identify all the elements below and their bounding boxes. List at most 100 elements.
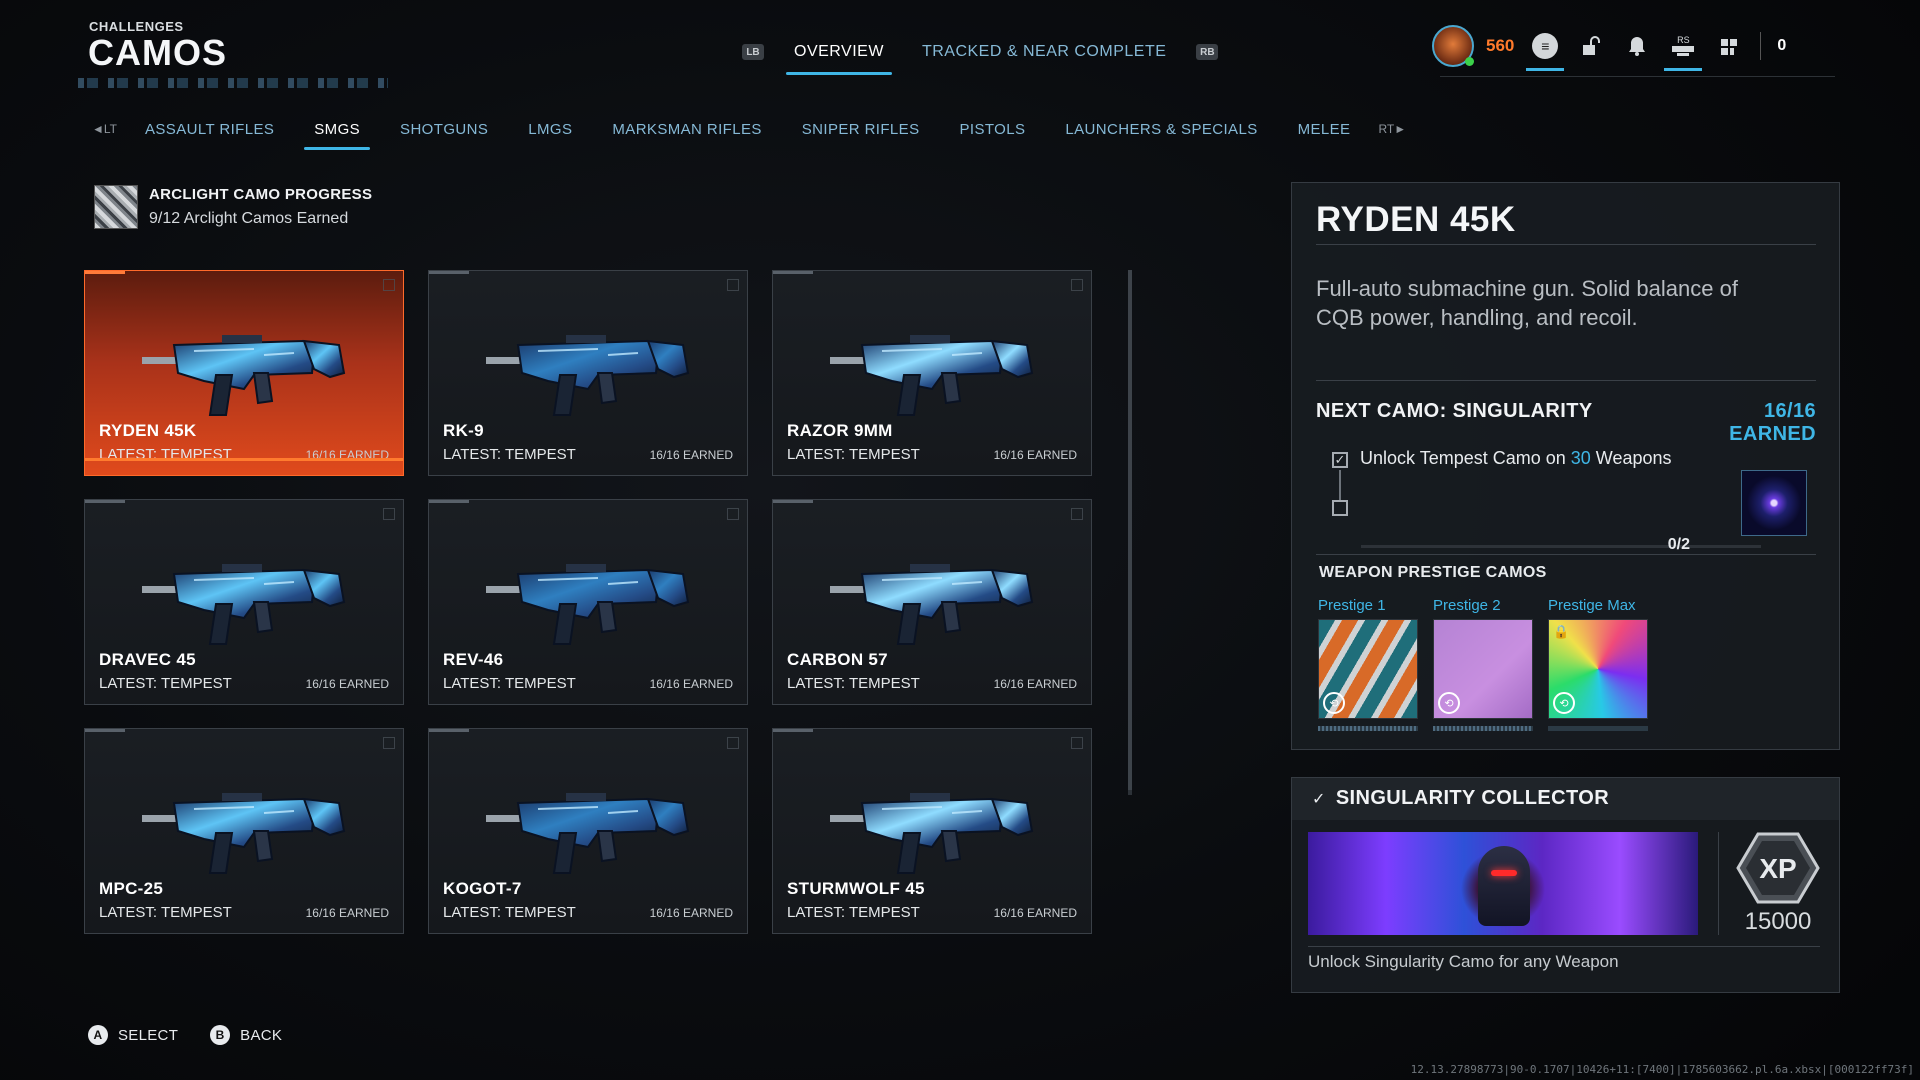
party-icon[interactable] [1714,31,1744,61]
task-connector [1339,470,1341,500]
prestige-1-camo-tile[interactable]: ⟲ [1318,619,1418,719]
xp-badge-label: XP [1759,853,1796,884]
rb-bumper-icon[interactable]: RB [1196,44,1219,60]
collector-description: Unlock Singularity Camo for any Weapon [1308,952,1619,971]
next-camo-earned: 16/16 EARNED [1729,400,1816,445]
weapon-image [830,335,1034,416]
weapon-latest-camo: LATEST: TEMPEST [99,904,232,921]
player-hud: 560 ≡ RS 0 [1432,25,1786,71]
weapon-name: RK-9 [443,421,484,440]
lock-icon: 🔒 [1553,624,1570,639]
menu-icon[interactable]: ≡ [1526,31,1565,71]
tab-marksman-rifles[interactable]: MARKSMAN RIFLES [592,117,781,142]
select-button[interactable]: A SELECT [88,1025,178,1045]
next-camo-label: NEXT CAMO: SINGULARITY [1316,400,1593,422]
weapon-name: REV-46 [443,650,504,669]
operator-figure [1478,846,1530,926]
card-corner-icon [383,508,395,520]
weapon-camos-earned: 16/16 EARNED [649,906,733,920]
xp-badge-icon: XP [1736,832,1820,904]
tab-pistols[interactable]: PISTOLS [939,117,1045,142]
weapon-camos-earned: 16/16 EARNED [305,906,389,920]
card-corner-icon [727,279,739,291]
arclight-camo-thumbnail [94,185,138,229]
weapon-card[interactable]: REV-46 LATEST: TEMPEST 16/16 EARNED [428,499,748,705]
weapon-camos-earned: 16/16 EARNED [993,677,1077,691]
weapon-card[interactable]: MPC-25 LATEST: TEMPEST 16/16 EARNED [84,728,404,934]
collector-title: ✓ SINGULARITY COLLECTOR [1312,787,1609,810]
prestige-1-progress [1318,726,1418,731]
weapon-camos-earned: 16/16 EARNED [993,906,1077,920]
weapon-card[interactable]: RYDEN 45K LATEST: TEMPEST 16/16 EARNED [84,270,404,476]
weapon-name: RAZOR 9MM [787,421,893,440]
weapon-card[interactable]: STURMWOLF 45 LATEST: TEMPEST 16/16 EARNE… [772,728,1092,934]
weapon-card[interactable]: RK-9 LATEST: TEMPEST 16/16 EARNED [428,270,748,476]
prestige-2-progress [1433,726,1533,731]
weapon-camos-earned: 16/16 EARNED [305,448,389,462]
player-avatar[interactable] [1432,25,1474,67]
tab-sniper-rifles[interactable]: SNIPER RIFLES [782,117,940,142]
tab-assault-rifles[interactable]: ASSAULT RIFLES [125,117,294,142]
weapon-image [830,793,1034,874]
collector-reward-image [1308,832,1698,935]
back-button[interactable]: B BACK [210,1025,282,1045]
tab-lmgs[interactable]: LMGS [508,117,592,142]
weapon-camos-earned: 16/16 EARNED [649,448,733,462]
lb-bumper-icon[interactable]: LB [742,44,764,60]
weapon-latest-camo: LATEST: TEMPEST [443,446,576,463]
page-title: CAMOS [88,32,227,73]
notification-bell-icon[interactable] [1622,31,1652,61]
prestige-2-camo-tile[interactable]: ⟲ [1433,619,1533,719]
weapon-camos-earned: 16/16 EARNED [305,677,389,691]
weapon-image [486,793,690,874]
rs-label: RS [1677,35,1690,45]
card-corner-icon [383,737,395,749]
weapon-camos-earned: 16/16 EARNED [993,448,1077,462]
detail-divider [1316,380,1816,381]
weapon-image [142,335,346,416]
weapon-name: KOGOT-7 [443,879,522,898]
title-decoration [78,78,388,88]
task-suffix: Weapons [1590,448,1672,468]
weapon-image [830,564,1034,645]
detail-divider [1316,554,1816,555]
weapon-latest-camo: LATEST: TEMPEST [99,675,232,692]
weapon-card[interactable]: RAZOR 9MM LATEST: TEMPEST 16/16 EARNED [772,270,1092,476]
tab-launchers-specials[interactable]: LAUNCHERS & SPECIALS [1045,117,1277,142]
weapon-image [142,793,346,874]
tab-shotguns[interactable]: SHOTGUNS [380,117,508,142]
operator-visor [1491,870,1517,876]
tab-smgs[interactable]: SMGS [294,117,380,150]
weapon-camos-earned: 16/16 EARNED [649,677,733,691]
tab-melee[interactable]: MELEE [1278,117,1371,142]
prestige-max-label: Prestige Max [1548,597,1636,614]
grid-scrollbar[interactable] [1128,270,1132,795]
weapon-latest-camo: LATEST: TEMPEST [443,904,576,921]
unlock-icon[interactable] [1576,31,1606,61]
prestige-camos-label: WEAPON PRESTIGE CAMOS [1319,564,1547,581]
prestige-2-label: Prestige 2 [1433,597,1501,614]
weapon-image [486,335,690,416]
top-tab-bar: LB OVERVIEW TRACKED & NEAR COMPLETE RB [742,34,1219,75]
weapon-name: STURMWOLF 45 [787,879,925,898]
weapon-image [486,564,690,645]
prestige-max-camo-tile[interactable]: 🔒 ⟲ [1548,619,1648,719]
weapon-card[interactable]: CARBON 57 LATEST: TEMPEST 16/16 EARNED [772,499,1092,705]
collector-title-text: SINGULARITY COLLECTOR [1335,787,1610,809]
weapon-name: MPC-25 [99,879,164,898]
rs-social-icon[interactable]: RS [1664,31,1703,71]
tab-overview[interactable]: OVERVIEW [786,39,892,75]
lt-trigger-icon[interactable]: ◄LT [84,122,125,136]
rt-trigger-icon[interactable]: RT► [1370,122,1414,136]
task-checkbox-checked: ✓ [1332,452,1348,468]
hud-divider [1760,32,1762,60]
tab-tracked[interactable]: TRACKED & NEAR COMPLETE [914,39,1174,65]
weapon-card[interactable]: KOGOT-7 LATEST: TEMPEST 16/16 EARNED [428,728,748,934]
detail-weapon-name: RYDEN 45K [1316,200,1516,239]
task-weapon-count: 30 [1570,448,1591,468]
weapon-card[interactable]: DRAVEC 45 LATEST: TEMPEST 16/16 EARNED [84,499,404,705]
weapon-image [142,564,346,645]
footer-prompts: A SELECT B BACK [88,1025,282,1045]
camo-task-text: Unlock Tempest Camo on 30 Weapons [1360,448,1672,469]
weapon-name: RYDEN 45K [99,421,197,440]
